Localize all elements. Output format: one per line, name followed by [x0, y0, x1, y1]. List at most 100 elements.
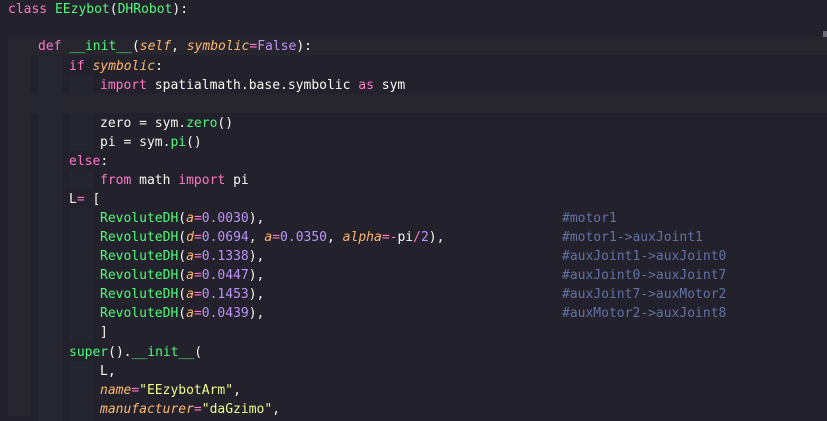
token-punct: ( [178, 211, 187, 226]
token-keyword: import [178, 173, 226, 188]
token-operator: / [413, 230, 421, 245]
token-punct: (). [108, 345, 132, 360]
token-punct: ( [194, 345, 203, 360]
token-function-name: __init__ [69, 39, 132, 54]
token-number: 0.1453 [201, 287, 249, 302]
code-line: L, [100, 362, 116, 381]
token-punct: , [272, 402, 281, 417]
code-editor[interactable]: class EEzybot(DHRobot): def __init__(sel… [0, 0, 827, 421]
token-operator: = [193, 211, 202, 226]
token-punct: , [233, 383, 241, 398]
token-punct: ), [248, 268, 265, 283]
token-number: 0.0439 [201, 306, 249, 321]
token-punct: ( [178, 230, 187, 245]
token-comment: #auxMotor2->auxJoint8 [562, 306, 727, 321]
blank-line-highlight [8, 94, 827, 113]
token-punct: : [155, 59, 163, 74]
token-punct: ( [178, 249, 187, 264]
token-string: "EEzybotArm" [139, 383, 234, 398]
token-punct: : [100, 154, 109, 169]
token-keyword: def [38, 39, 62, 54]
token-comment: #auxJoint1->auxJoint0 [562, 249, 727, 264]
indent-guide-2 [38, 56, 62, 421]
token-function: super [69, 345, 109, 360]
token-number: 0.0694 [201, 230, 249, 245]
token-comment: #auxJoint7->auxMotor2 [562, 287, 727, 302]
token-number: 0.0350 [280, 230, 328, 245]
indent-guide-3 [69, 361, 93, 421]
token-operator: = [193, 230, 202, 245]
token-punct: , [171, 39, 187, 54]
token-punct: ), [428, 230, 445, 245]
token-punct: ( [178, 268, 187, 283]
token-param: a [186, 211, 194, 226]
token-keyword: import [100, 78, 147, 93]
token-variable: pi [100, 135, 116, 150]
token-operator: = [193, 402, 202, 417]
token-param: a [186, 249, 194, 264]
token-operator: = [193, 287, 202, 302]
token-punct: , [327, 230, 343, 245]
token-punct: , [248, 230, 265, 245]
token-module: math [131, 173, 179, 188]
token-function: pi [170, 135, 187, 150]
token-variable: zero [100, 116, 132, 131]
token-keyword: if [69, 59, 85, 74]
code-line: name="EEzybotArm", [100, 381, 241, 400]
token-punct: ( [109, 2, 118, 17]
token-operator: = [131, 383, 140, 398]
code-line: RevoluteDH(a=0.0447), [100, 266, 264, 285]
token-param: alpha [342, 230, 382, 245]
token-operator: = [249, 39, 258, 54]
token-param: a [186, 268, 194, 283]
token-param: self [139, 39, 172, 54]
token-param: a [186, 306, 194, 321]
token-param: symbolic [186, 39, 250, 54]
indent-guide-3 [69, 75, 93, 94]
token-punct: , [107, 364, 116, 379]
token-base-class: DHRobot [117, 2, 173, 17]
token-number: 2 [420, 230, 429, 245]
token-object: sym. [154, 116, 187, 131]
token-operator: = [131, 116, 155, 131]
token-keyword: as [358, 78, 374, 93]
token-comment: #motor1 [562, 211, 617, 226]
token-operator: = [272, 230, 281, 245]
token-comment: #motor1->auxJoint1 [562, 230, 703, 245]
token-function: RevoluteDH [100, 287, 179, 302]
token-constant: False [257, 39, 297, 54]
code-line: RevoluteDH(a=0.0030), [100, 209, 264, 228]
token-keyword: from [100, 173, 132, 188]
token-param: d [186, 230, 194, 245]
token-operator: = [115, 135, 140, 150]
token-operator: = [193, 306, 202, 321]
token-number: 0.1338 [201, 249, 249, 264]
token-punct: ( [131, 39, 140, 54]
token-punct: ): [172, 2, 189, 17]
token-number: 0.0030 [201, 211, 249, 226]
token-param: name [100, 383, 132, 398]
code-line: ] [100, 323, 108, 342]
code-line: manufacturer="daGzimo", [100, 400, 280, 419]
token-punct: () [186, 135, 202, 150]
token-function: zero [186, 116, 218, 131]
indent-guide-3 [69, 208, 93, 342]
token-module: spatialmath.base.symbolic [146, 78, 359, 93]
code-line: RevoluteDH(a=0.1338), [100, 247, 264, 266]
token-param: symbolic [92, 59, 156, 74]
token-punct: ), [248, 287, 265, 302]
token-function: RevoluteDH [100, 211, 179, 226]
token-function: RevoluteDH [100, 249, 179, 264]
code-line: def __init__(self, symbolic=False): [38, 37, 312, 56]
token-variable: L [69, 192, 77, 207]
code-line: else: [69, 152, 108, 171]
token-object: sym. [139, 135, 171, 150]
token-alias: sym [373, 78, 406, 93]
code-line: import spatialmath.base.symbolic as sym [100, 76, 405, 95]
token-punct: ), [248, 249, 265, 264]
token-comment: #auxJoint0->auxJoint7 [562, 268, 727, 283]
scrollbar-marker[interactable] [823, 31, 827, 37]
code-line: from math import pi [100, 171, 249, 190]
code-line: if symbolic: [69, 57, 163, 76]
